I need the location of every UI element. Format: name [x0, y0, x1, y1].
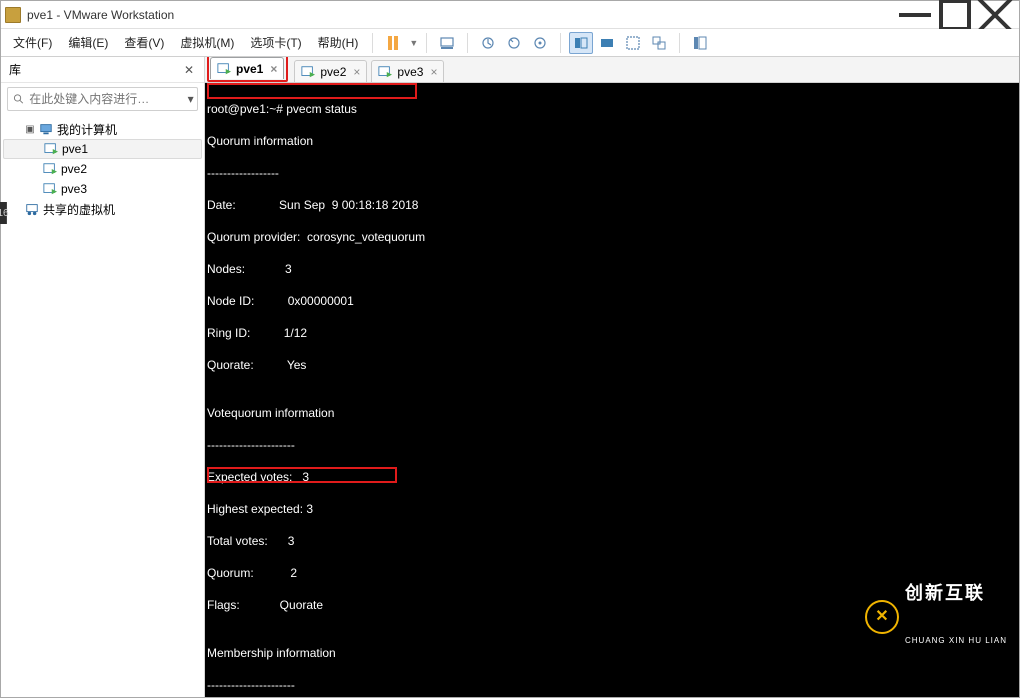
- left-edge-fragment: 16: [0, 202, 7, 224]
- menu-bar: 文件(F) 编辑(E) 查看(V) 虚拟机(M) 选项卡(T) 帮助(H) ▼: [1, 29, 1019, 57]
- revert-snapshot-button[interactable]: [502, 32, 526, 54]
- terminal-line: ----------------------: [207, 437, 1017, 453]
- terminal-line: Quorate: Yes: [207, 357, 1017, 373]
- separator: [467, 33, 468, 53]
- terminal-line: Expected votes: 3: [207, 469, 1017, 485]
- shared-vm-icon: [25, 202, 39, 216]
- toolbar: ▼: [381, 32, 712, 54]
- computer-icon: [39, 122, 53, 136]
- vm-running-icon: [217, 62, 231, 76]
- tree-node-pve2[interactable]: pve2: [3, 159, 202, 179]
- watermark-brand: 创新互联: [905, 585, 1007, 601]
- search-input[interactable]: [29, 92, 184, 106]
- send-ctrl-alt-del-button[interactable]: [435, 32, 459, 54]
- tab-pve3[interactable]: pve3 ×: [371, 60, 444, 82]
- menu-file[interactable]: 文件(F): [7, 31, 58, 54]
- tree-root-shared[interactable]: 共享的虚拟机: [3, 199, 202, 219]
- tree-label: pve1: [62, 142, 88, 156]
- tree-label: 共享的虚拟机: [43, 201, 115, 218]
- tab-close-button[interactable]: ×: [353, 65, 360, 79]
- highlight-box: [207, 83, 417, 99]
- title-bar: pve1 - VMware Workstation: [1, 1, 1019, 29]
- menu-tabs[interactable]: 选项卡(T): [244, 31, 307, 54]
- vm-tree: ▣ 我的计算机 pve1 pve2 pve3: [1, 115, 204, 223]
- tab-pve1[interactable]: pve1 ×: [210, 57, 284, 79]
- app-icon: [5, 7, 21, 23]
- pause-button[interactable]: [381, 32, 405, 54]
- tab-close-button[interactable]: ×: [430, 65, 437, 79]
- tab-label: pve1: [236, 62, 263, 76]
- separator: [679, 33, 680, 53]
- separator: [560, 33, 561, 53]
- tabs-bar: pve1 × pve2 × pve3 ×: [205, 57, 1019, 83]
- library-header: 库 ✕: [1, 57, 204, 83]
- maximize-button[interactable]: [935, 2, 975, 28]
- vm-running-icon: [43, 162, 57, 176]
- terminal-line: Votequorum information: [207, 405, 1017, 421]
- library-title: 库: [9, 61, 182, 78]
- tree-label: 我的计算机: [57, 121, 117, 138]
- tree-node-pve3[interactable]: pve3: [3, 179, 202, 199]
- terminal-line: ------------------: [207, 165, 1017, 181]
- watermark-logo-icon: ✕: [865, 600, 899, 634]
- vm-running-icon: [378, 65, 392, 79]
- terminal-console[interactable]: root@pve1:~# pvecm status Quorum informa…: [205, 83, 1019, 697]
- tree-label: pve2: [61, 162, 87, 176]
- library-toggle-button[interactable]: [688, 32, 712, 54]
- library-panel: 库 ✕ ▾ ▣ 我的计算机 pve1 p: [1, 57, 205, 697]
- snapshot-button[interactable]: [476, 32, 500, 54]
- view-thumbnail-button[interactable]: [595, 32, 619, 54]
- terminal-line: Highest expected: 3: [207, 501, 1017, 517]
- menu-help[interactable]: 帮助(H): [312, 31, 365, 54]
- dropdown-arrow-icon[interactable]: ▼: [409, 38, 418, 48]
- content-area: pve1 × pve2 × pve3 × root@pve1:~# pvecm …: [205, 57, 1019, 697]
- tree-root-my-computer[interactable]: ▣ 我的计算机: [3, 119, 202, 139]
- tab-label: pve2: [320, 65, 346, 79]
- library-close-button[interactable]: ✕: [182, 63, 196, 77]
- terminal-line: root@pve1:~# pvecm status: [207, 101, 1017, 117]
- app-window: pve1 - VMware Workstation 文件(F) 编辑(E) 查看…: [0, 0, 1020, 698]
- watermark-sub: CHUANG XIN HU LIAN: [905, 633, 1007, 649]
- menu-vm[interactable]: 虚拟机(M): [174, 31, 240, 54]
- minimize-button[interactable]: [895, 2, 935, 28]
- fullscreen-button[interactable]: [621, 32, 645, 54]
- terminal-line: Node ID: 0x00000001: [207, 293, 1017, 309]
- search-box[interactable]: ▾: [7, 87, 198, 111]
- menu-view[interactable]: 查看(V): [118, 31, 170, 54]
- manage-snapshot-button[interactable]: [528, 32, 552, 54]
- close-button[interactable]: [975, 2, 1015, 28]
- view-console-button[interactable]: [569, 32, 593, 54]
- menu-edit[interactable]: 编辑(E): [62, 31, 114, 54]
- terminal-line: Date: Sun Sep 9 00:18:18 2018: [207, 197, 1017, 213]
- separator: [426, 33, 427, 53]
- tab-label: pve3: [397, 65, 423, 79]
- terminal-line: Quorum information: [207, 133, 1017, 149]
- search-icon: [13, 92, 24, 106]
- terminal-line: Nodes: 3: [207, 261, 1017, 277]
- watermark: ✕ 创新互联 CHUANG XIN HU LIAN: [865, 553, 1007, 681]
- terminal-line: Quorum provider: corosync_votequorum: [207, 229, 1017, 245]
- tree-node-pve1[interactable]: pve1: [3, 139, 202, 159]
- vm-running-icon: [44, 142, 58, 156]
- highlight-box: pve1 ×: [207, 57, 288, 82]
- window-title: pve1 - VMware Workstation: [27, 8, 895, 22]
- expand-icon[interactable]: ▣: [25, 124, 35, 135]
- unity-button[interactable]: [647, 32, 671, 54]
- main-area: 库 ✕ ▾ ▣ 我的计算机 pve1 p: [1, 57, 1019, 697]
- vm-running-icon: [43, 182, 57, 196]
- separator: [372, 33, 373, 53]
- tree-label: pve3: [61, 182, 87, 196]
- terminal-line: Total votes: 3: [207, 533, 1017, 549]
- tab-pve2[interactable]: pve2 ×: [294, 60, 367, 82]
- search-dropdown-icon[interactable]: ▾: [184, 92, 197, 106]
- window-buttons: [895, 2, 1015, 28]
- terminal-line: Ring ID: 1/12: [207, 325, 1017, 341]
- tab-close-button[interactable]: ×: [270, 62, 277, 76]
- vm-running-icon: [301, 65, 315, 79]
